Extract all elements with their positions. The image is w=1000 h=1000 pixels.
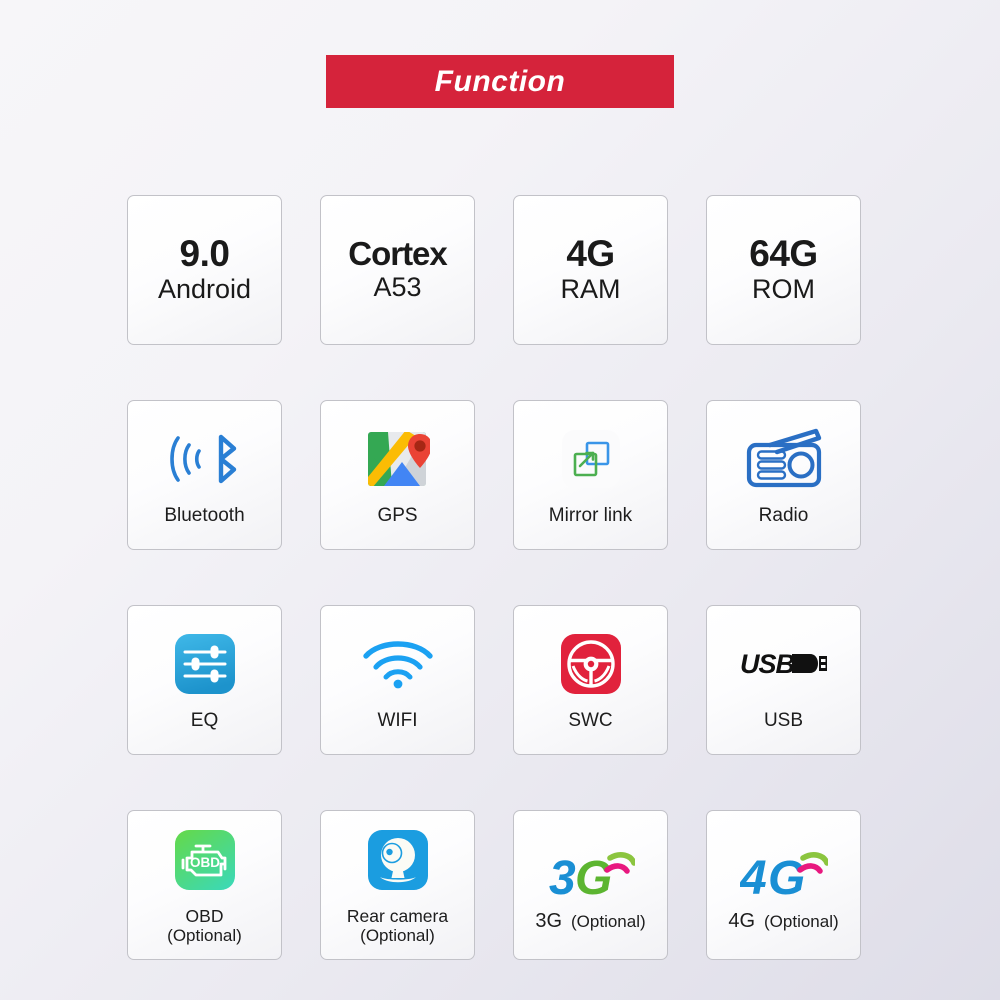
spec-name: ROM	[752, 274, 815, 305]
card-label: USB	[763, 710, 804, 732]
bluetooth-icon	[166, 423, 244, 495]
card-label: OBD	[185, 906, 224, 927]
card-sublabel: (Optional)	[571, 911, 646, 931]
mirror-link-icon	[560, 423, 622, 495]
page-title: Function	[434, 64, 566, 98]
3g-signal-icon: 3 G	[547, 838, 635, 910]
spec-name: RAM	[560, 274, 621, 305]
feature-card-eq[interactable]: EQ	[127, 605, 282, 755]
spec-value: 9.0	[179, 232, 230, 274]
spec-value: 4G	[566, 232, 615, 274]
card-sublabel: (Optional)	[764, 911, 839, 931]
feature-card-cpu[interactable]: Cortex A53	[320, 195, 475, 345]
card-label: Bluetooth	[164, 505, 245, 527]
steering-wheel-icon	[560, 628, 622, 700]
feature-card-obd[interactable]: OBD OBD (Optional)	[127, 810, 282, 960]
card-label: SWC	[568, 710, 613, 732]
feature-card-4g[interactable]: 4 G 4G (Optional)	[706, 810, 861, 960]
card-sublabel: (Optional)	[167, 926, 242, 946]
feature-card-swc[interactable]: SWC	[513, 605, 668, 755]
card-label: 3G	[535, 909, 563, 932]
obd-engine-icon: OBD	[174, 824, 236, 896]
card-label: Radio	[758, 505, 809, 527]
feature-card-wifi[interactable]: WIFI	[320, 605, 475, 755]
feature-card-gps[interactable]: GPS	[320, 400, 475, 550]
usb-icon: USB	[740, 628, 828, 700]
spec-name: Android	[157, 274, 252, 305]
4g-signal-icon: 4 G	[740, 838, 828, 910]
feature-card-android-version[interactable]: 9.0 Android	[127, 195, 282, 345]
card-label: GPS	[377, 505, 418, 527]
spec-value: 64G	[749, 232, 818, 274]
spec-value: Cortex	[348, 234, 448, 272]
feature-card-bluetooth[interactable]: Bluetooth	[127, 400, 282, 550]
feature-grid: 9.0 Android Cortex A53 4G RAM 64G ROM Bl…	[127, 195, 861, 960]
card-label: EQ	[190, 710, 219, 732]
equalizer-icon	[174, 628, 236, 700]
svg-text:G: G	[768, 852, 805, 904]
card-label-group: 4G (Optional)	[728, 910, 838, 933]
card-sublabel: (Optional)	[360, 926, 435, 946]
feature-card-usb[interactable]: USB USB	[706, 605, 861, 755]
svg-text:3: 3	[549, 852, 576, 904]
svg-text:4: 4	[740, 852, 767, 904]
radio-icon	[743, 423, 825, 495]
camera-icon	[367, 824, 429, 896]
wifi-icon	[360, 628, 436, 700]
feature-card-rom[interactable]: 64G ROM	[706, 195, 861, 345]
card-label-group: 3G (Optional)	[535, 910, 645, 933]
card-label: Mirror link	[548, 505, 633, 527]
gps-map-icon	[366, 423, 430, 495]
card-label: WIFI	[377, 710, 418, 732]
header-banner-wrap: Function	[0, 55, 1000, 108]
header-banner: Function	[326, 55, 674, 108]
feature-card-3g[interactable]: 3 G 3G (Optional)	[513, 810, 668, 960]
svg-text:USB: USB	[740, 649, 795, 679]
feature-card-ram[interactable]: 4G RAM	[513, 195, 668, 345]
spec-name: A53	[373, 272, 422, 303]
svg-text:OBD: OBD	[190, 855, 220, 870]
feature-card-radio[interactable]: Radio	[706, 400, 861, 550]
card-label: 4G	[728, 909, 756, 932]
svg-text:G: G	[575, 852, 612, 904]
card-label: Rear camera	[346, 906, 449, 927]
feature-card-rear-camera[interactable]: Rear camera (Optional)	[320, 810, 475, 960]
feature-card-mirror-link[interactable]: Mirror link	[513, 400, 668, 550]
